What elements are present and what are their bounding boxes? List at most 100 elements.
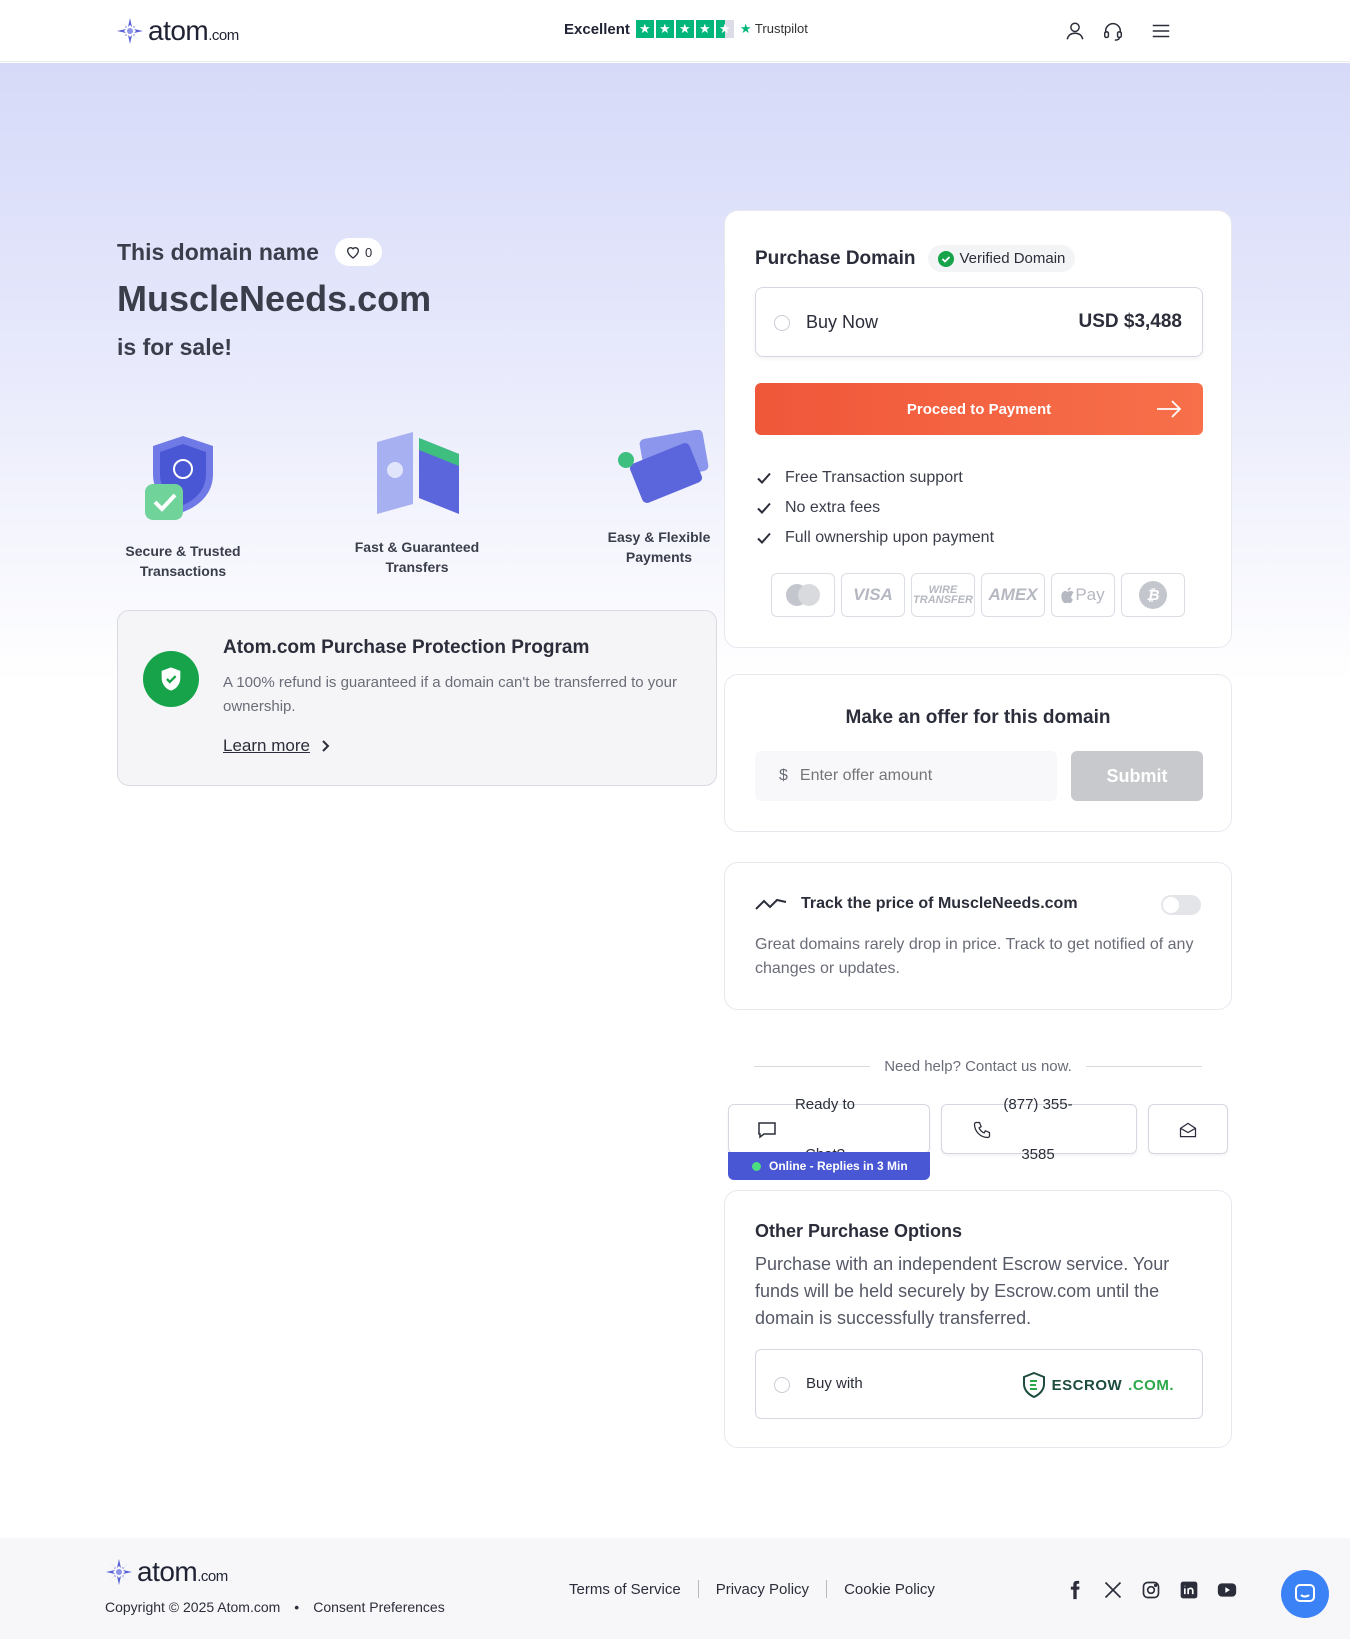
- benefit-item: Free Transaction support: [755, 463, 994, 493]
- amex-icon: AMEX: [981, 573, 1045, 617]
- trust-stars: ★ ★ ★ ★ ★: [635, 20, 734, 38]
- purchase-title: Purchase Domain: [755, 247, 916, 269]
- track-price-toggle[interactable]: [1161, 895, 1201, 915]
- for-sale-text: is for sale!: [117, 334, 233, 360]
- linkedin-icon[interactable]: [1179, 1580, 1199, 1600]
- escrow-suffix: .COM.: [1128, 1376, 1174, 1394]
- transfer-illustration-icon: [377, 432, 459, 514]
- support-chat-launcher[interactable]: [1281, 1570, 1329, 1618]
- benefit-item: Full ownership upon payment: [755, 523, 994, 553]
- facebook-icon[interactable]: [1065, 1580, 1085, 1600]
- star-half-icon: ★: [715, 20, 734, 38]
- track-header: Track the price of MuscleNeeds.com: [755, 895, 1078, 913]
- privacy-link[interactable]: Privacy Policy: [716, 1581, 809, 1598]
- payment-methods: VISA WIRE TRANSFER AMEX Pay ₿: [771, 573, 1185, 617]
- purchase-header: Purchase Domain Verified Domain: [755, 245, 1076, 272]
- learn-more-link[interactable]: Learn more: [223, 736, 330, 756]
- purchase-card: Purchase Domain Verified Domain Buy Now …: [724, 210, 1232, 648]
- star-icon: ★: [675, 20, 694, 38]
- consent-preferences-link[interactable]: Consent Preferences: [313, 1599, 445, 1615]
- logo-word: atom: [148, 15, 209, 46]
- link-divider: [826, 1580, 828, 1598]
- proceed-label: Proceed to Payment: [906, 400, 1052, 418]
- mastercard-icon: [771, 573, 835, 617]
- domain-name: MuscleNeeds.com: [117, 278, 432, 319]
- logo-word: atom: [137, 1556, 198, 1587]
- online-status: Online - Replies in 3 Min: [728, 1152, 930, 1180]
- trend-line-icon: [755, 898, 787, 910]
- phone-label: (877) 355-3585: [1003, 1096, 1073, 1163]
- headset-icon[interactable]: [1102, 20, 1124, 42]
- apple-pay-icon: Pay: [1051, 573, 1115, 617]
- currency-symbol: $: [779, 767, 788, 784]
- phone-button[interactable]: (877) 355-3585: [941, 1096, 1137, 1163]
- check-icon: [757, 502, 771, 514]
- shield-check-icon: [143, 651, 199, 707]
- chat-bubble-icon: [758, 1122, 776, 1139]
- logo-suffix: .com: [197, 1568, 228, 1585]
- verified-check-icon: [937, 250, 954, 267]
- buy-now-radio[interactable]: [774, 315, 790, 331]
- purchase-protection-card: Atom.com Purchase Protection Program A 1…: [117, 610, 717, 786]
- escrow-option[interactable]: Buy with ESCROW .COM.: [755, 1349, 1203, 1419]
- online-label: Online - Replies in 3 Min: [769, 1159, 908, 1173]
- buy-now-price: USD $3,488: [1078, 311, 1182, 332]
- buy-now-label: Buy Now: [806, 312, 879, 332]
- terms-link[interactable]: Terms of Service: [569, 1581, 681, 1598]
- learn-more-label: Learn more: [223, 736, 310, 755]
- benefit-item: No extra fees: [755, 493, 994, 523]
- email-button[interactable]: [1148, 1104, 1228, 1154]
- shield-check-illustration-icon: [145, 436, 213, 520]
- verified-label: Verified Domain: [959, 250, 1066, 267]
- divider-line: [1085, 1066, 1202, 1067]
- user-icon[interactable]: [1064, 20, 1086, 42]
- benefits-list: Free Transaction support No extra fees F…: [755, 463, 994, 553]
- star-icon: ★: [635, 20, 654, 38]
- buy-now-option[interactable]: Buy Now USD $3,488: [755, 287, 1203, 357]
- help-label: Need help? Contact us now.: [884, 1058, 1072, 1075]
- protection-description: A 100% refund is guaranteed if a domain …: [223, 674, 677, 715]
- chat-button[interactable]: Ready to Chat?: [728, 1096, 930, 1163]
- other-purchase-options-card: Other Purchase Options Purchase with an …: [724, 1190, 1232, 1448]
- domain-intro: This domain name: [117, 238, 319, 265]
- star-icon: ★: [695, 20, 714, 38]
- menu-icon[interactable]: [1150, 20, 1172, 42]
- trustpilot-rating[interactable]: Excellent ★ ★ ★ ★ ★ ★ Trustpilot: [564, 20, 808, 38]
- escrow-radio[interactable]: [774, 1377, 790, 1393]
- wire-transfer-label: WIRE TRANSFER: [913, 584, 973, 606]
- heart-icon: [346, 247, 359, 259]
- cookie-link[interactable]: Cookie Policy: [844, 1581, 935, 1598]
- like-button[interactable]: 0: [334, 238, 383, 266]
- benefit-label: Free Transaction support: [785, 469, 963, 486]
- divider-line: [754, 1066, 871, 1067]
- atom-logo-icon: [117, 18, 143, 44]
- benefit-label: No extra fees: [785, 499, 881, 516]
- trustpilot-star-icon: ★: [739, 21, 752, 36]
- footer-logo[interactable]: atom.com: [105, 1556, 228, 1588]
- bitcoin-icon: ₿: [1121, 573, 1185, 617]
- escrow-logo: ESCROW .COM.: [1022, 1372, 1174, 1398]
- youtube-icon[interactable]: [1217, 1580, 1237, 1600]
- escrow-shield-icon: [1022, 1372, 1045, 1398]
- offer-amount-input[interactable]: [799, 767, 1040, 785]
- title-row: This domain name 0: [117, 238, 383, 266]
- feature-label: Easy & Flexible Payments: [607, 529, 711, 565]
- trust-rating-label: Excellent: [564, 20, 630, 38]
- proceed-to-payment-button[interactable]: Proceed to Payment: [755, 383, 1203, 435]
- cards-illustration-icon: [618, 429, 709, 503]
- trust-brand: Trustpilot: [754, 21, 808, 36]
- offer-amount-field[interactable]: $: [755, 751, 1057, 801]
- envelope-open-icon: [1179, 1122, 1197, 1138]
- x-icon[interactable]: [1103, 1580, 1123, 1600]
- instagram-icon[interactable]: [1141, 1580, 1161, 1600]
- other-description: Purchase with an independent Escrow serv…: [755, 1254, 1170, 1328]
- submit-offer-button[interactable]: Submit: [1071, 751, 1203, 801]
- atom-logo[interactable]: atom.com: [116, 15, 239, 47]
- social-links: [1065, 1580, 1237, 1600]
- link-divider: [697, 1580, 699, 1598]
- chat-launcher-icon: [1295, 1584, 1315, 1602]
- copyright-text: Copyright © 2025 Atom.com: [105, 1599, 281, 1615]
- track-description: Great domains rarely drop in price. Trac…: [755, 936, 1194, 977]
- verified-badge: Verified Domain: [927, 245, 1076, 272]
- feature-label: Secure & Trusted Transactions: [125, 543, 241, 579]
